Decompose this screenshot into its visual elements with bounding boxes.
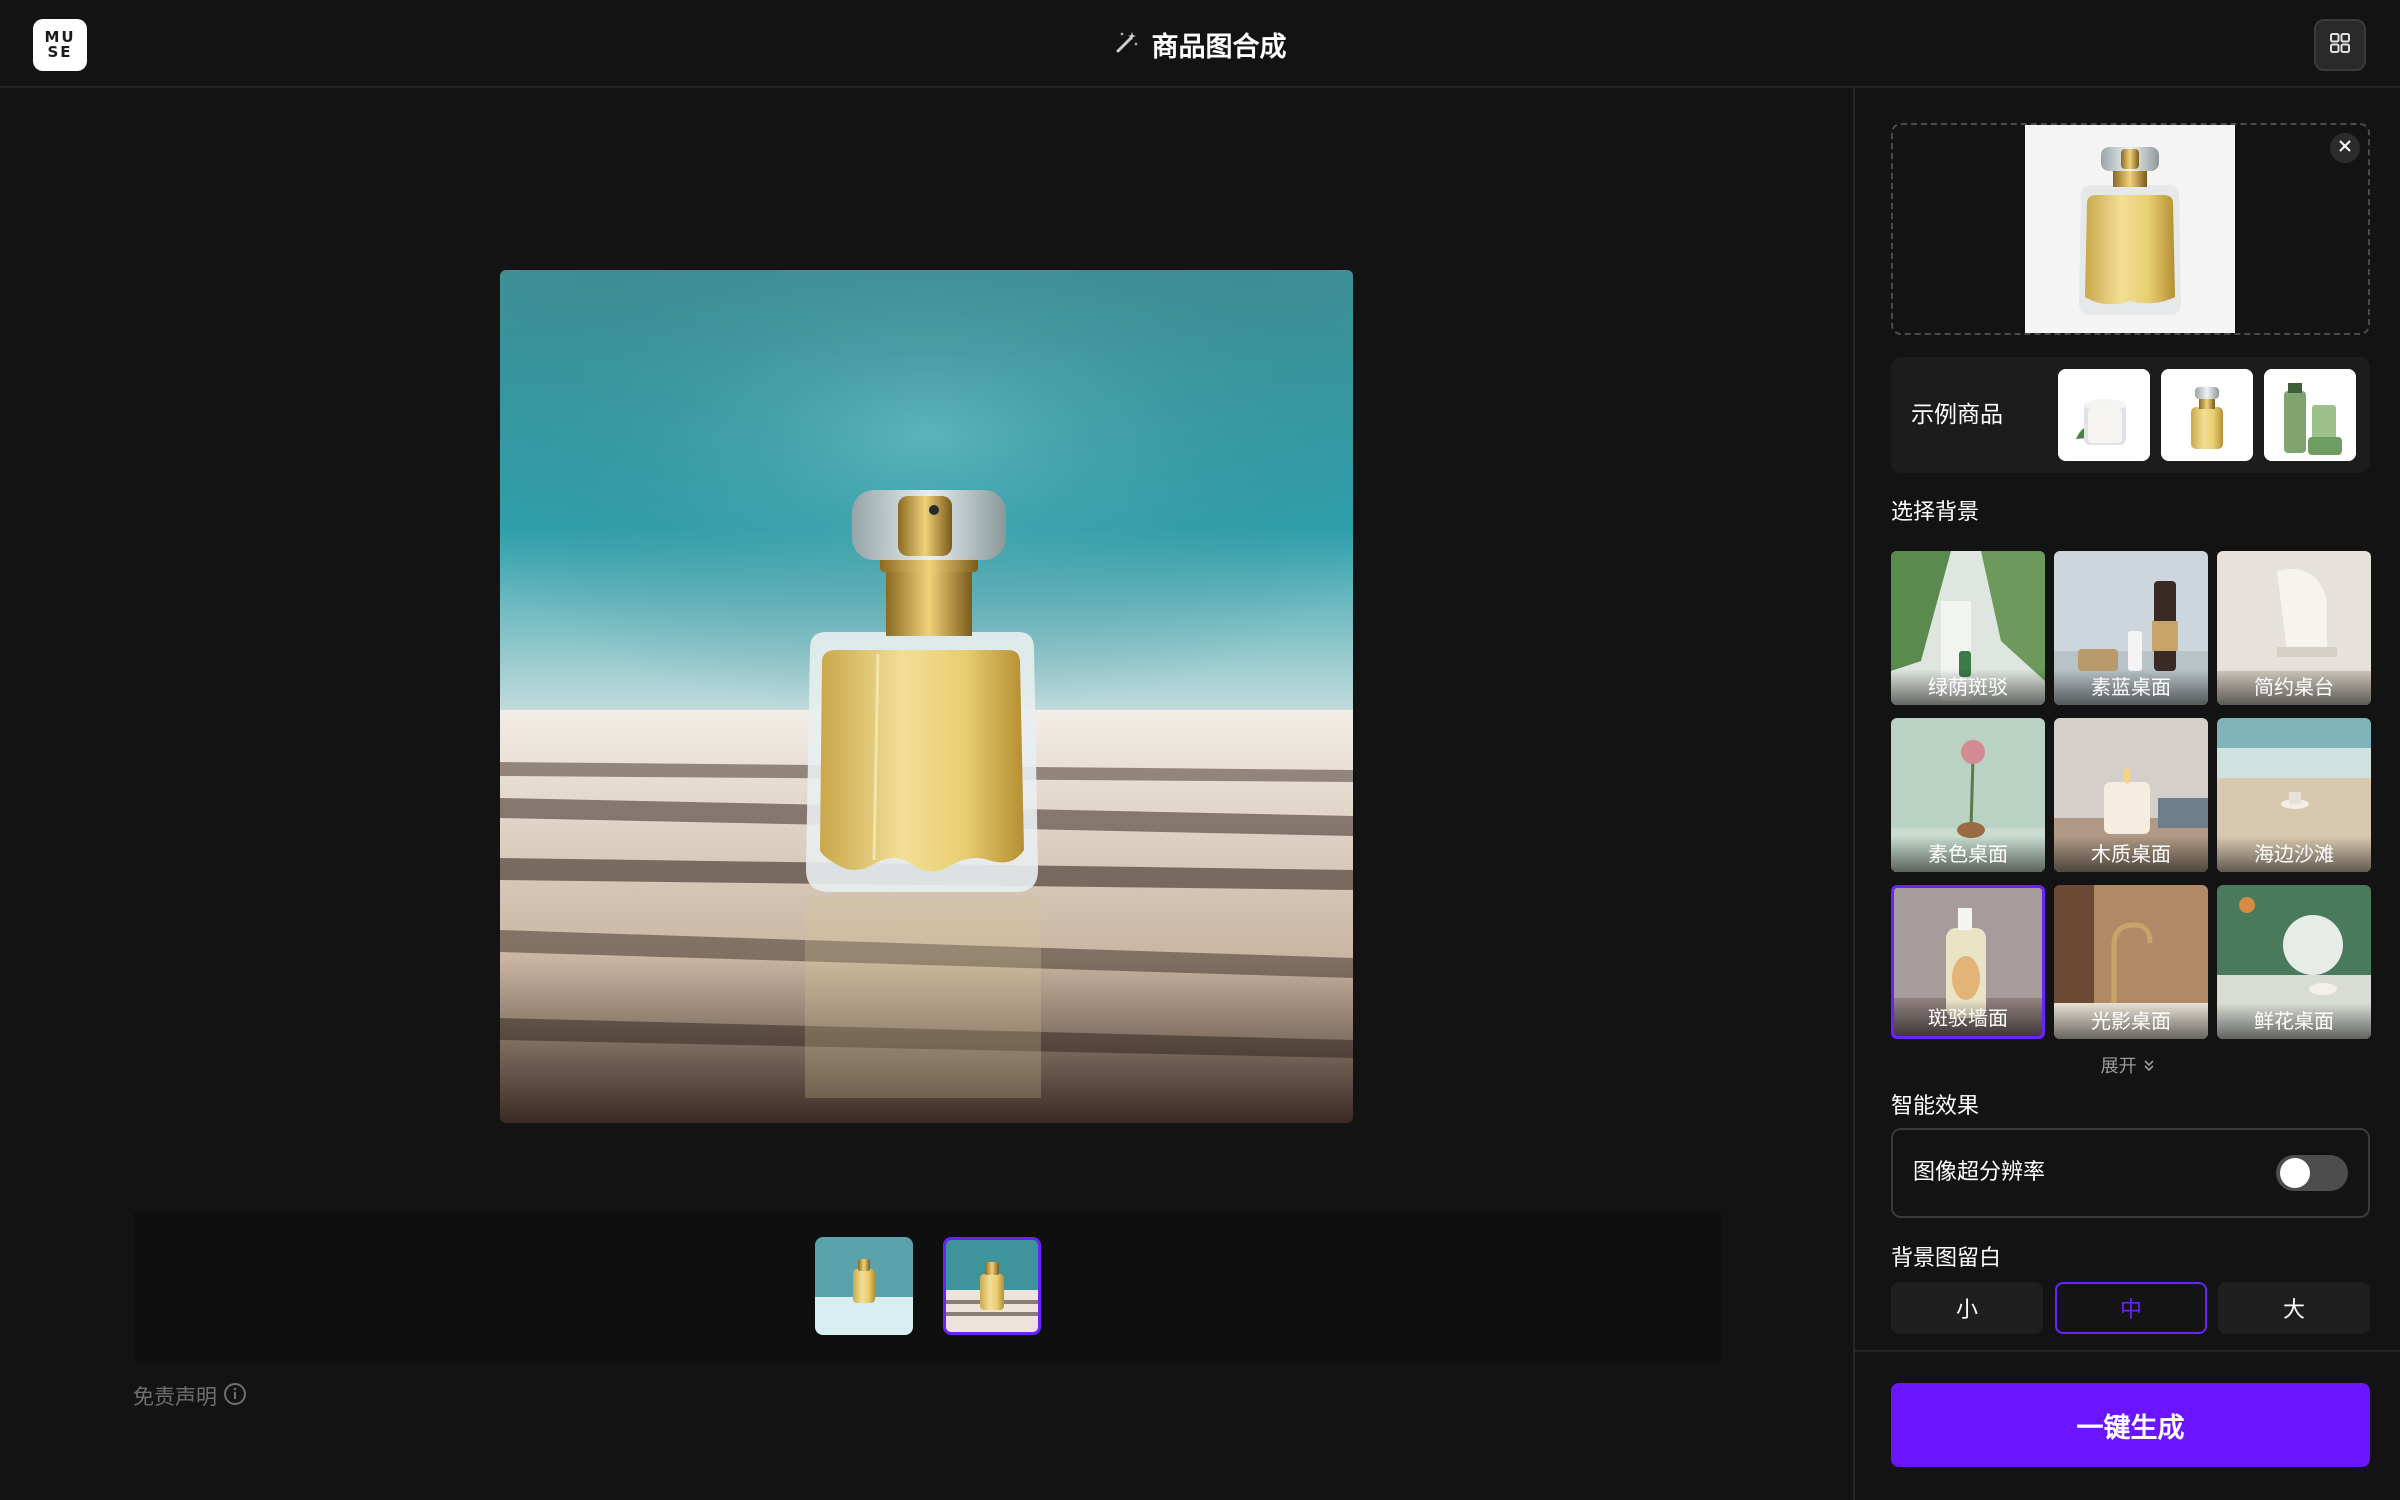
background-tile-1[interactable]: 绿荫斑驳 bbox=[1891, 551, 2045, 705]
background-tile-label: 光影桌面 bbox=[2054, 1003, 2208, 1039]
background-tile-label: 海边沙滩 bbox=[2217, 836, 2371, 872]
layout-toggle-button[interactable] bbox=[2314, 19, 2366, 71]
padding-option-small[interactable]: 小 bbox=[1891, 1282, 2043, 1334]
padding-option-large[interactable]: 大 bbox=[2218, 1282, 2370, 1334]
background-tile-label: 木质桌面 bbox=[2054, 836, 2208, 872]
example-product-skincare[interactable] bbox=[2264, 369, 2356, 461]
toggle-knob bbox=[2280, 1158, 2310, 1188]
background-grid: 绿荫斑驳 素蓝桌面 简约桌台 素色桌面 木质桌面 海边沙滩 斑驳墙面 光影桌面 … bbox=[1891, 551, 2371, 1041]
super-resolution-label: 图像超分辨率 bbox=[1913, 1160, 2046, 1185]
disclaimer-text: 免责声明 bbox=[133, 1385, 217, 1409]
settings-panel: 示例商品 选择背景 绿荫斑驳 素蓝桌面 简约桌台 素色桌面 木质桌面 海边沙滩 … bbox=[1853, 88, 2400, 1500]
uploaded-product-image bbox=[2025, 125, 2235, 333]
background-tile-label: 鲜花桌面 bbox=[2217, 1003, 2371, 1039]
panel-divider bbox=[1855, 1350, 2400, 1352]
generate-button[interactable]: 一键生成 bbox=[1891, 1383, 2370, 1467]
product-upload-area[interactable] bbox=[1891, 123, 2370, 335]
background-tile-5[interactable]: 木质桌面 bbox=[2054, 718, 2208, 872]
padding-section-label: 背景图留白 bbox=[1891, 1246, 2002, 1271]
super-resolution-toggle[interactable] bbox=[2276, 1155, 2348, 1191]
grid-icon bbox=[2329, 32, 2351, 58]
chevron-double-down-icon bbox=[2142, 1056, 2156, 1077]
background-section-label: 选择背景 bbox=[1891, 500, 1980, 525]
expand-label: 展开 bbox=[2100, 1056, 2137, 1077]
background-tile-9[interactable]: 鲜花桌面 bbox=[2217, 885, 2371, 1039]
example-product-perfume[interactable] bbox=[2161, 369, 2253, 461]
background-tile-label: 素蓝桌面 bbox=[2054, 669, 2208, 705]
example-products-card: 示例商品 bbox=[1891, 357, 2370, 473]
remove-product-button[interactable] bbox=[2330, 133, 2360, 163]
background-tile-3[interactable]: 简约桌台 bbox=[2217, 551, 2371, 705]
padding-option-medium[interactable]: 中 bbox=[2055, 1282, 2207, 1334]
background-tile-label: 简约桌台 bbox=[2217, 669, 2371, 705]
result-thumbnail-2[interactable] bbox=[943, 1237, 1041, 1335]
close-icon bbox=[2337, 138, 2353, 158]
expand-backgrounds-button[interactable]: 展开 bbox=[1855, 1052, 2400, 1078]
info-icon bbox=[223, 1382, 247, 1411]
background-tile-6[interactable]: 海边沙滩 bbox=[2217, 718, 2371, 872]
smart-effect-label: 智能效果 bbox=[1891, 1094, 1980, 1119]
page-title-wrap: 商品图合成 bbox=[0, 0, 2400, 88]
magic-wand-icon bbox=[1114, 29, 1140, 59]
background-tile-4[interactable]: 素色桌面 bbox=[1891, 718, 2045, 872]
top-bar: MU SE 商品图合成 bbox=[0, 0, 2400, 88]
example-product-candle[interactable] bbox=[2058, 369, 2150, 461]
result-thumbnail-strip bbox=[133, 1211, 1721, 1361]
result-preview-image bbox=[500, 270, 1353, 1123]
result-thumbnail-1[interactable] bbox=[815, 1237, 913, 1335]
page-title: 商品图合成 bbox=[1151, 31, 1287, 63]
background-tile-8[interactable]: 光影桌面 bbox=[2054, 885, 2208, 1039]
disclaimer-link[interactable]: 免责声明 bbox=[133, 1381, 247, 1411]
background-tile-label: 斑驳墙面 bbox=[1894, 1000, 2042, 1036]
background-tile-2[interactable]: 素蓝桌面 bbox=[2054, 551, 2208, 705]
example-products-label: 示例商品 bbox=[1911, 402, 2003, 428]
background-tile-7[interactable]: 斑驳墙面 bbox=[1891, 885, 2045, 1039]
background-tile-label: 素色桌面 bbox=[1891, 836, 2045, 872]
super-resolution-card: 图像超分辨率 bbox=[1891, 1128, 2370, 1218]
background-tile-label: 绿荫斑驳 bbox=[1891, 669, 2045, 705]
